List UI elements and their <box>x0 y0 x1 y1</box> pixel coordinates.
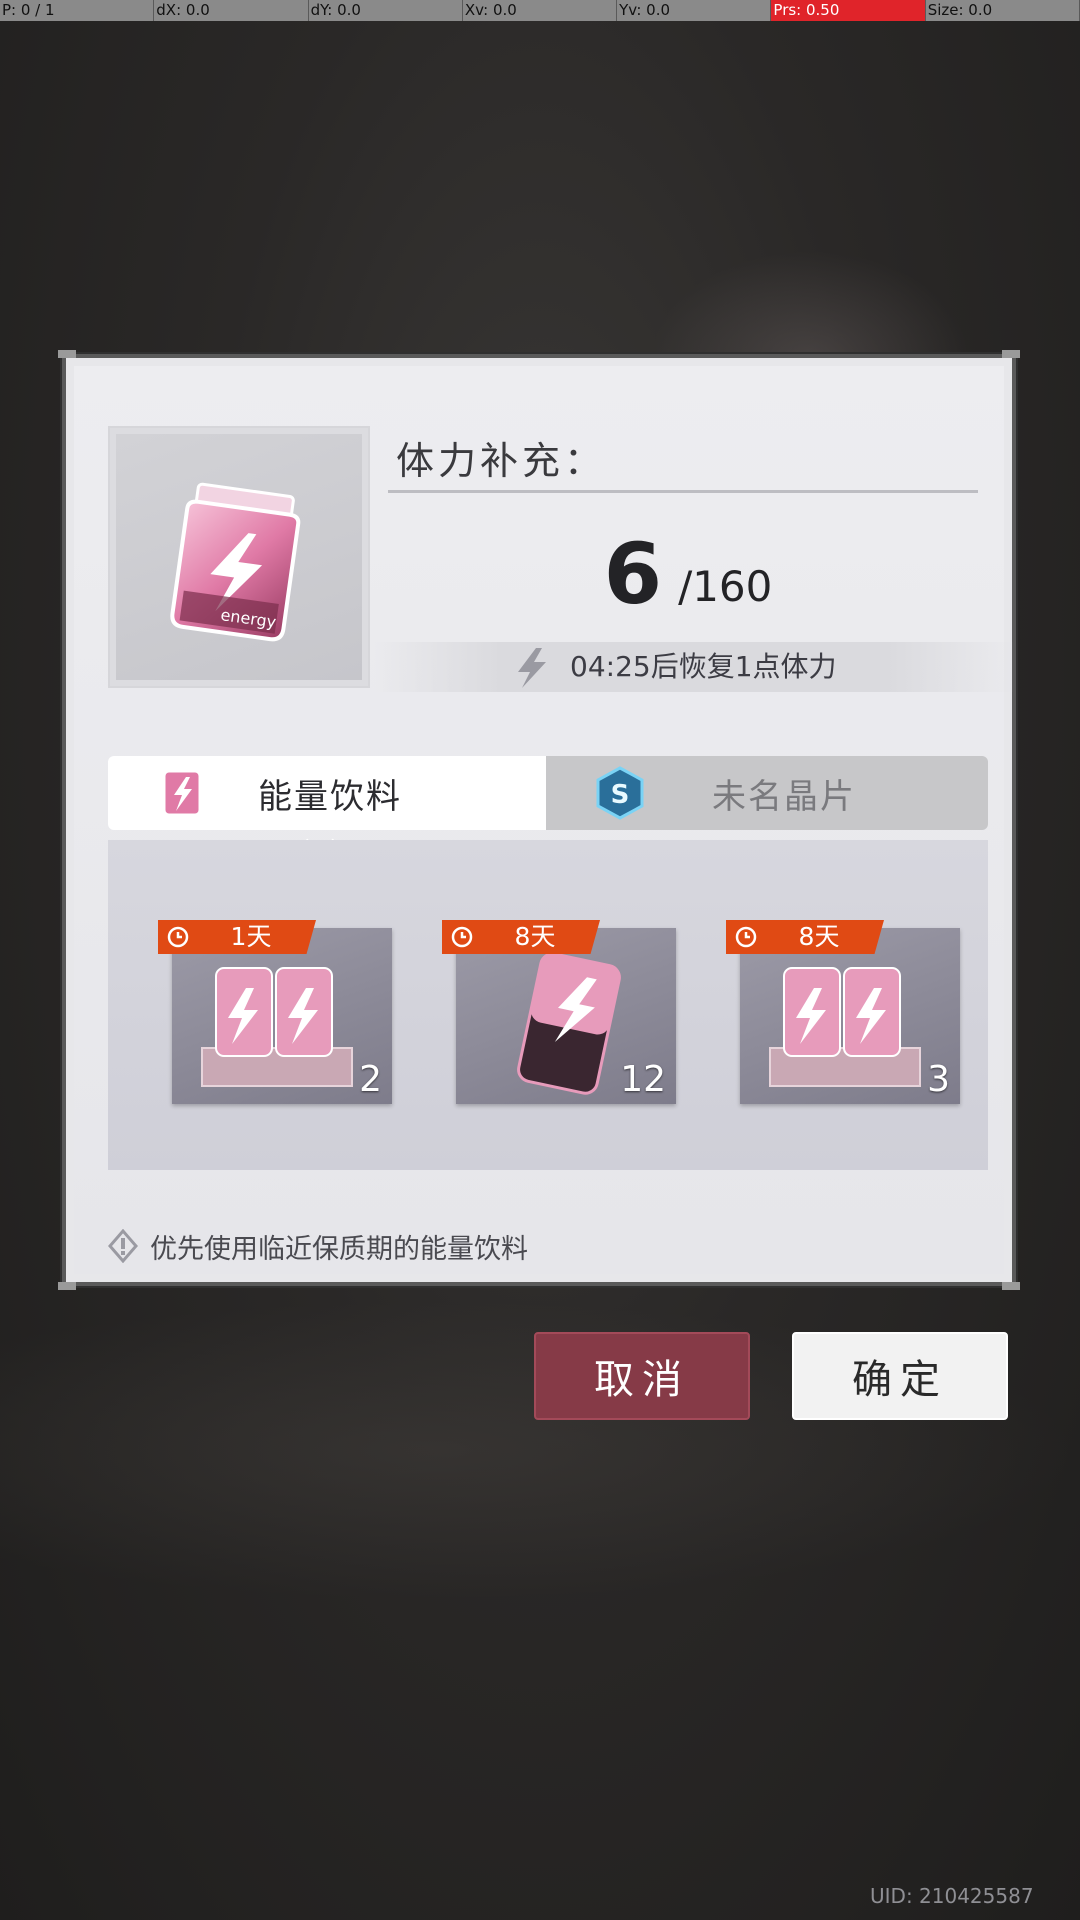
debug-xv: Xv: 0.0 <box>463 0 618 21</box>
frame-corner <box>58 1282 76 1290</box>
double-energy-can-icon <box>201 967 353 1087</box>
debug-dx: dX: 0.0 <box>154 0 309 21</box>
debug-dy: dY: 0.0 <box>309 0 463 21</box>
confirm-button[interactable]: 确定 <box>792 1332 1008 1420</box>
dialog-body: energy 体力补充： 6 /160 04:25后恢复1点体力 能量饮料 S … <box>74 366 1014 1274</box>
double-energy-can-icon <box>769 967 921 1087</box>
clock-icon <box>735 926 757 948</box>
warning-diamond-icon <box>108 1229 138 1263</box>
item-count: 2 <box>359 1059 382 1100</box>
tip-row: 优先使用临近保质期的能量饮料 <box>108 1226 528 1266</box>
item-list-panel: 1天 2 8天 12 8天 3 <box>108 840 988 1170</box>
expiry-text: 8天 <box>514 922 556 951</box>
item-slot-3[interactable]: 8天 3 <box>726 920 960 1104</box>
tab-unnamed-chip[interactable]: S 未名晶片 <box>546 756 988 830</box>
title-divider <box>388 490 978 493</box>
expiry-text: 1天 <box>230 922 272 951</box>
tab-energy-drink[interactable]: 能量饮料 <box>108 756 546 830</box>
pointer-debug-bar: P: 0 / 1 dX: 0.0 dY: 0.0 Xv: 0.0 Yv: 0.0… <box>0 0 1080 21</box>
frame-corner <box>1002 1282 1020 1290</box>
item-count: 3 <box>927 1059 950 1100</box>
stamina-max: /160 <box>678 562 773 611</box>
stamina-refill-dialog: energy 体力补充： 6 /160 04:25后恢复1点体力 能量饮料 S … <box>58 350 1020 1290</box>
expiry-badge: 1天 <box>158 920 316 954</box>
frame-corner <box>58 350 76 358</box>
stamina-current: 6 <box>603 525 663 623</box>
user-id: UID: 210425587 <box>870 1884 1034 1908</box>
clock-icon <box>451 926 473 948</box>
expiry-badge: 8天 <box>442 920 600 954</box>
tab-unnamed-chip-label: 未名晶片 <box>712 776 856 817</box>
s-chip-icon: S <box>596 766 644 820</box>
svg-text:S: S <box>611 780 630 810</box>
stamina-title: 体力补充： <box>396 439 607 483</box>
stamina-counter: 6 /160 <box>388 526 988 616</box>
debug-pressure-value: Prs: 0.50 <box>773 1 840 19</box>
expiry-text: 8天 <box>798 922 840 951</box>
debug-size: Size: 0.0 <box>926 0 1080 21</box>
item-count: 12 <box>620 1059 666 1100</box>
expiry-badge: 8天 <box>726 920 884 954</box>
energy-drink-jar-icon: energy <box>116 434 362 680</box>
stamina-item-frame: energy <box>108 426 370 688</box>
item-slot-1[interactable]: 1天 2 <box>158 920 392 1104</box>
frame-corner <box>1002 350 1020 358</box>
recover-timer: 04:25后恢复1点体力 <box>570 650 837 683</box>
tip-text: 优先使用临近保质期的能量饮料 <box>150 1233 528 1265</box>
debug-pressure: Prs: 0.50 <box>771 0 926 21</box>
lightning-icon <box>518 648 546 688</box>
debug-pointer: P: 0 / 1 <box>0 0 155 21</box>
item-slot-2[interactable]: 8天 12 <box>442 920 676 1104</box>
cancel-button[interactable]: 取消 <box>534 1332 750 1420</box>
clock-icon <box>167 926 189 948</box>
tab-energy-drink-label: 能量饮料 <box>258 776 402 817</box>
energy-drink-icon <box>162 769 202 817</box>
debug-yv: Yv: 0.0 <box>617 0 772 21</box>
